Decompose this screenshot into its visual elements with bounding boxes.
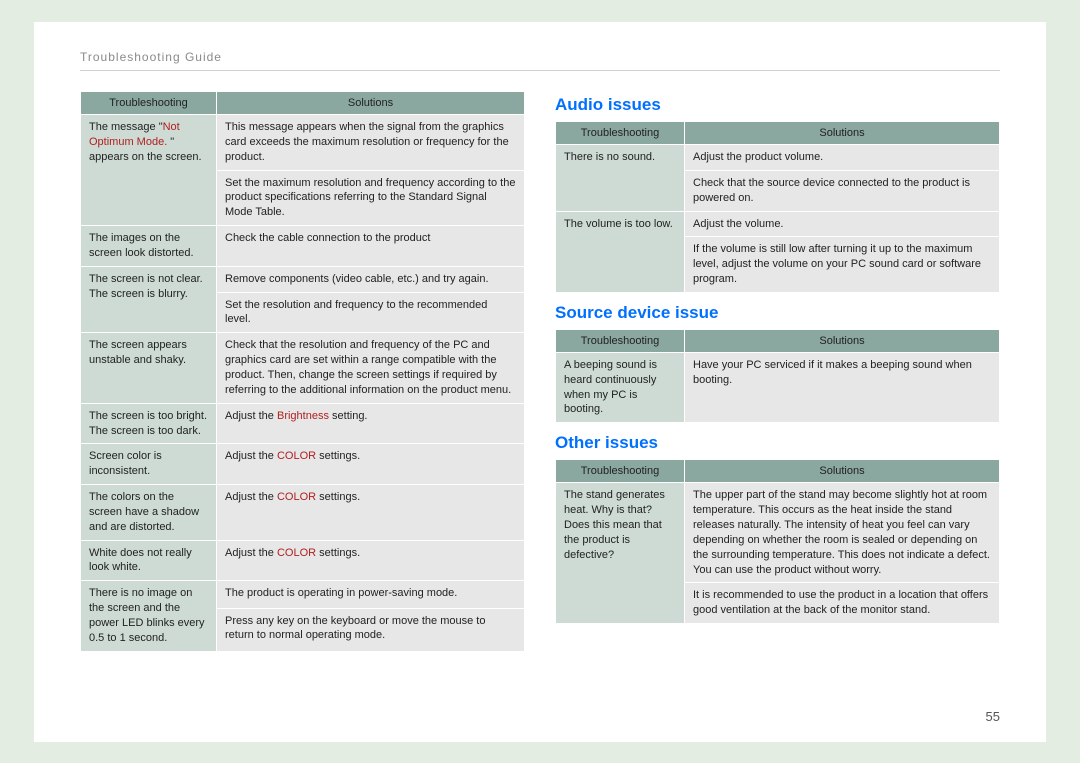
table-row: The screen is too bright. The screen is … [81, 404, 524, 444]
table-row: The images on the screen look distorted.… [81, 226, 524, 266]
troubleshooting-cell: The stand generates heat. Why is that? D… [556, 483, 684, 623]
solution-cell: Press any key on the keyboard or move th… [217, 609, 524, 651]
left-column: Troubleshooting Solutions The message "N… [80, 91, 525, 662]
troubleshooting-cell: The message "Not Optimum Mode. " appears… [81, 115, 216, 225]
table-row: There is no image on the screen and the … [81, 581, 524, 607]
troubleshooting-cell: There is no image on the screen and the … [81, 581, 216, 650]
th-troubleshooting: Troubleshooting [81, 92, 216, 114]
table-row: The colors on the screen have a shadow a… [81, 485, 524, 540]
troubleshooting-table-screen: Troubleshooting Solutions The message "N… [80, 91, 525, 652]
two-column-layout: Troubleshooting Solutions The message "N… [80, 91, 1000, 662]
solution-cell: If the volume is still low after turning… [685, 237, 999, 292]
solution-cell: The upper part of the stand may become s… [685, 483, 999, 582]
solution-cell: Adjust the COLOR settings. [217, 485, 524, 540]
section-title: Audio issues [555, 95, 1000, 115]
solution-cell: Adjust the COLOR settings. [217, 541, 524, 581]
page-number: 55 [986, 709, 1000, 724]
table-row: White does not really look white.Adjust … [81, 541, 524, 581]
table-row: A beeping sound is heard continuously wh… [556, 353, 999, 422]
table-row: The screen is not clear. The screen is b… [81, 267, 524, 292]
solution-cell: Have your PC serviced if it makes a beep… [685, 353, 999, 422]
solution-cell: This message appears when the signal fro… [217, 115, 524, 170]
troubleshooting-cell: The colors on the screen have a shadow a… [81, 485, 216, 540]
troubleshooting-cell: Screen color is inconsistent. [81, 444, 216, 484]
th-solutions: Solutions [217, 92, 524, 114]
table-row: Screen color is inconsistent.Adjust the … [81, 444, 524, 484]
solution-cell: The product is operating in power-saving… [217, 581, 524, 607]
th-troubleshooting: Troubleshooting [556, 122, 684, 144]
th-solutions: Solutions [685, 122, 999, 144]
document-page: Troubleshooting Guide Troubleshooting So… [34, 22, 1046, 742]
troubleshooting-cell: The screen is not clear. The screen is b… [81, 267, 216, 333]
troubleshooting-cell: The volume is too low. [556, 212, 684, 292]
th-troubleshooting: Troubleshooting [556, 330, 684, 352]
troubleshooting-table: TroubleshootingSolutionsThere is no soun… [555, 121, 1000, 293]
table-row: There is no sound.Adjust the product vol… [556, 145, 999, 170]
solution-cell: Adjust the COLOR settings. [217, 444, 524, 484]
solution-cell: It is recommended to use the product in … [685, 583, 999, 623]
solution-cell: Check that the source device connected t… [685, 171, 999, 211]
solution-cell: Adjust the product volume. [685, 145, 999, 170]
solution-cell: Set the maximum resolution and frequency… [217, 171, 524, 226]
th-solutions: Solutions [685, 460, 999, 482]
troubleshooting-cell: There is no sound. [556, 145, 684, 211]
troubleshooting-cell: A beeping sound is heard continuously wh… [556, 353, 684, 422]
right-column: Audio issuesTroubleshootingSolutionsTher… [555, 91, 1000, 662]
th-troubleshooting: Troubleshooting [556, 460, 684, 482]
table-row: The volume is too low.Adjust the volume. [556, 212, 999, 237]
troubleshooting-table: TroubleshootingSolutionsA beeping sound … [555, 329, 1000, 423]
section-title: Source device issue [555, 303, 1000, 323]
solution-cell: Remove components (video cable, etc.) an… [217, 267, 524, 292]
solution-cell: Check that the resolution and frequency … [217, 333, 524, 402]
table-row: The stand generates heat. Why is that? D… [556, 483, 999, 582]
troubleshooting-cell: The screen is too bright. The screen is … [81, 404, 216, 444]
solution-cell: Check the cable connection to the produc… [217, 226, 524, 266]
troubleshooting-table: TroubleshootingSolutionsThe stand genera… [555, 459, 1000, 624]
solution-cell: Set the resolution and frequency to the … [217, 293, 524, 333]
troubleshooting-cell: The images on the screen look distorted. [81, 226, 216, 266]
troubleshooting-cell: The screen appears unstable and shaky. [81, 333, 216, 402]
table-row: The message "Not Optimum Mode. " appears… [81, 115, 524, 170]
th-solutions: Solutions [685, 330, 999, 352]
solution-cell: Adjust the volume. [685, 212, 999, 237]
page-header-title: Troubleshooting Guide [80, 50, 1000, 71]
solution-cell: Adjust the Brightness setting. [217, 404, 524, 444]
troubleshooting-cell: White does not really look white. [81, 541, 216, 581]
section-title: Other issues [555, 433, 1000, 453]
